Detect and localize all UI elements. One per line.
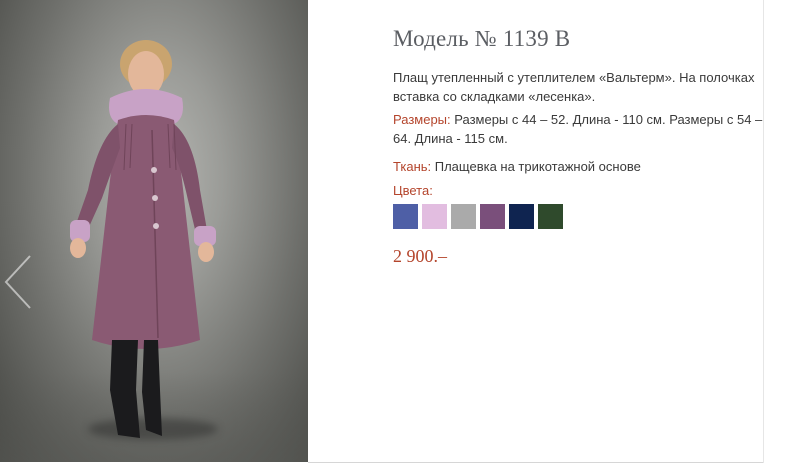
right-divider <box>763 0 764 463</box>
color-swatch[interactable] <box>509 204 534 229</box>
color-swatch[interactable] <box>451 204 476 229</box>
color-swatches <box>393 204 563 229</box>
product-price: 2 900.– <box>393 246 447 266</box>
color-swatch[interactable] <box>422 204 447 229</box>
product-description: Плащ утепленный с утеплителем «Вальтерм»… <box>393 70 755 104</box>
bottom-divider <box>308 462 763 463</box>
sizes-label: Размеры: <box>393 112 451 127</box>
product-title: Модель № 1139 В <box>393 26 571 51</box>
color-swatch[interactable] <box>480 204 505 229</box>
colors-label: Цвета: <box>393 183 433 198</box>
model-figure <box>70 40 216 438</box>
product-fabric: Ткань: Плащевка на трикотажной основе <box>393 157 763 176</box>
product-photo <box>0 0 308 462</box>
fabric-value: Плащевка на трикотажной основе <box>431 159 641 174</box>
color-swatch[interactable] <box>538 204 563 229</box>
prev-photo-button[interactable] <box>2 250 36 314</box>
fabric-label: Ткань: <box>393 159 432 174</box>
color-swatch[interactable] <box>393 204 418 229</box>
product-sizes: Размеры: Размеры с 44 – 52. Длина - 110 … <box>393 110 765 148</box>
chevron-left-icon <box>4 255 31 309</box>
